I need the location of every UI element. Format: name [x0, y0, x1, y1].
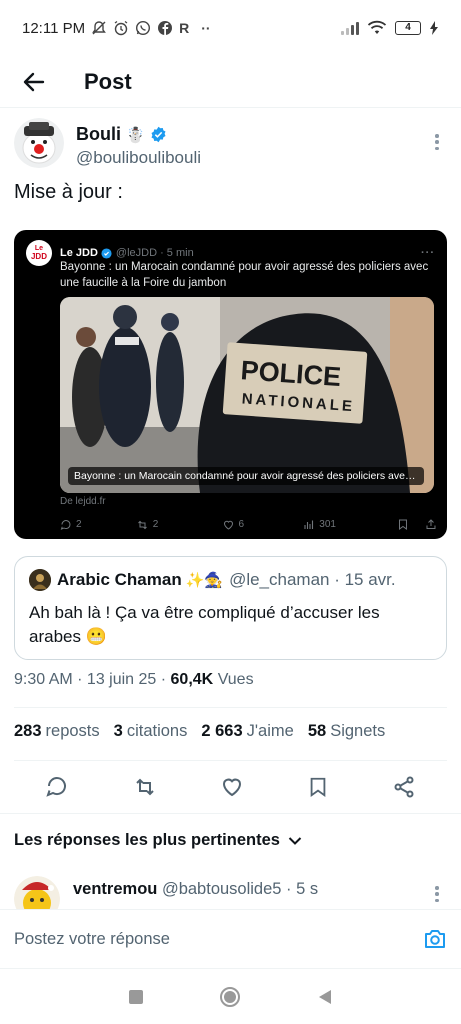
card-reply: 2 [60, 519, 136, 531]
card-replies-count: 2 [76, 519, 82, 530]
wifi-icon [367, 20, 387, 34]
police-photo: POLICE NATIONALE Bayonne : un Marocain c… [60, 297, 434, 493]
back-button[interactable] [4, 60, 64, 104]
share-button[interactable] [392, 775, 416, 799]
post-actions [14, 766, 447, 808]
divider [14, 760, 447, 761]
post-timestamp: 9:30 AM · 13 juin 25 · 60,4K Vues [14, 671, 254, 689]
whatsapp-icon [136, 20, 151, 36]
avatar[interactable] [14, 118, 64, 168]
quote-meta: @le_chaman · 15 avr. [229, 570, 396, 589]
repost-icon [137, 520, 147, 529]
author-name[interactable]: Bouli [76, 124, 121, 145]
bookmark-button[interactable] [307, 775, 329, 799]
bookmarks-count: 58 [307, 722, 327, 740]
card-likes-count: 6 [238, 519, 245, 530]
likes-count: 2 663 [201, 722, 243, 740]
reply-avatar [14, 876, 60, 912]
home-button[interactable] [220, 987, 241, 1007]
likes-label: J'aime [246, 722, 294, 740]
card-views-count: 301 [319, 519, 336, 530]
bookmarks-label: Signets [330, 722, 386, 740]
reply-author-name: ventremou [73, 880, 158, 898]
card-more-icon: ··· [421, 247, 435, 259]
status-more: ·· [201, 20, 211, 36]
quote-text: Ah bah là ! Ça va être compliqué d’accus… [29, 603, 380, 646]
snowman-emoji: ☃️ [126, 126, 145, 144]
like-button[interactable] [220, 775, 244, 799]
card-views: 301 [303, 519, 389, 531]
battery-icon: 4 [395, 21, 421, 35]
reply-more-button[interactable] [427, 884, 447, 904]
likes-stat[interactable]: 2 663 J'aime [201, 722, 293, 741]
views-icon [304, 520, 314, 529]
reply-button[interactable] [45, 775, 69, 799]
card-text: Bayonne : un Marocain condamné pour avoi… [60, 261, 429, 289]
system-nav-bar [0, 970, 461, 1024]
replies-sort-dropdown[interactable]: Les réponses les plus pertinentes [14, 831, 302, 850]
r-icon: R [179, 20, 190, 36]
reposts-count: 283 [14, 722, 42, 740]
reply-item[interactable]: ventremou @babtousolide5 · 5 s [14, 872, 447, 912]
page-title: Post [84, 68, 132, 94]
jdd-logo: Le JDD [26, 240, 52, 266]
jdd-logo-bottom: JDD [30, 252, 47, 261]
replies-sort-label: Les réponses les plus pertinentes [14, 831, 280, 849]
arrow-left-icon [23, 72, 45, 91]
alarm-icon [114, 20, 128, 36]
mute-icon [92, 21, 106, 35]
post-author: Bouli ☃️ @bouliboulibouli [14, 118, 447, 178]
quote-author-name: Arabic Chaman [57, 570, 182, 589]
reposts-stat[interactable]: 283 reposts [14, 722, 100, 741]
verified-badge-icon [151, 126, 166, 143]
back-nav-button[interactable] [318, 989, 332, 1005]
quotes-stat[interactable]: 3 citations [114, 722, 188, 741]
heart-icon [223, 520, 233, 530]
card-source: De lejdd.fr [60, 496, 106, 507]
post-image[interactable]: Le JDD Le JDD @leJDD · 5 min ··· Bayonne… [14, 230, 447, 539]
quotes-label: citations [126, 722, 188, 740]
quotes-count: 3 [113, 722, 123, 740]
card-bookmark-icon [399, 519, 408, 530]
reply-composer[interactable]: Postez votre réponse [0, 909, 461, 969]
camera-icon[interactable] [423, 928, 447, 950]
post-stats: 283 reposts 3 citations 2 663 J'aime 58 Sign… [14, 722, 447, 741]
bookmarks-stat[interactable]: 58 Signets [308, 722, 385, 741]
card-reposts-count: 2 [152, 519, 159, 530]
divider [0, 813, 461, 814]
post-text: Mise à jour : [14, 181, 123, 203]
facebook-icon [158, 21, 173, 35]
card-meta: @leJDD · 5 min [115, 247, 194, 259]
chevron-down-icon [288, 836, 302, 845]
reposts-label: reposts [45, 722, 100, 740]
post-time-date: 9:30 AM · 13 juin 25 · [14, 671, 171, 688]
repost-button[interactable] [132, 775, 158, 799]
post-views-count: 60,4K [170, 671, 214, 688]
reply-meta: @babtousolide5 · 5 s [161, 880, 319, 898]
post-views-label: Vues [217, 671, 254, 688]
status-time: 12:11 PM [22, 19, 86, 37]
status-bar: 12:11 PM R ·· 4 [0, 0, 461, 56]
reply-input[interactable]: Postez votre réponse [14, 930, 170, 949]
card-verified-icon [101, 247, 112, 259]
charging-icon [430, 21, 438, 35]
top-app-bar: Post [0, 56, 461, 108]
card-like: 6 [222, 519, 304, 531]
signal-icon [341, 21, 359, 35]
photo-caption: Bayonne : un Marocain condamné pour avoi… [68, 467, 424, 485]
card-repost: 2 [136, 519, 222, 531]
card-share-icon [426, 519, 436, 529]
reply-icon [60, 519, 71, 530]
quoted-post[interactable]: Arabic Chaman ✨🧙 @le_chaman · 15 avr. Ah… [14, 556, 447, 660]
quote-author-emoji: ✨🧙 [185, 572, 224, 589]
quote-avatar [29, 569, 51, 591]
recents-button[interactable] [128, 990, 143, 1004]
post-more-button[interactable] [427, 132, 447, 152]
author-handle[interactable]: @bouliboulibouli [76, 148, 201, 168]
card-author-name: Le JDD [60, 247, 98, 259]
divider [14, 707, 447, 708]
